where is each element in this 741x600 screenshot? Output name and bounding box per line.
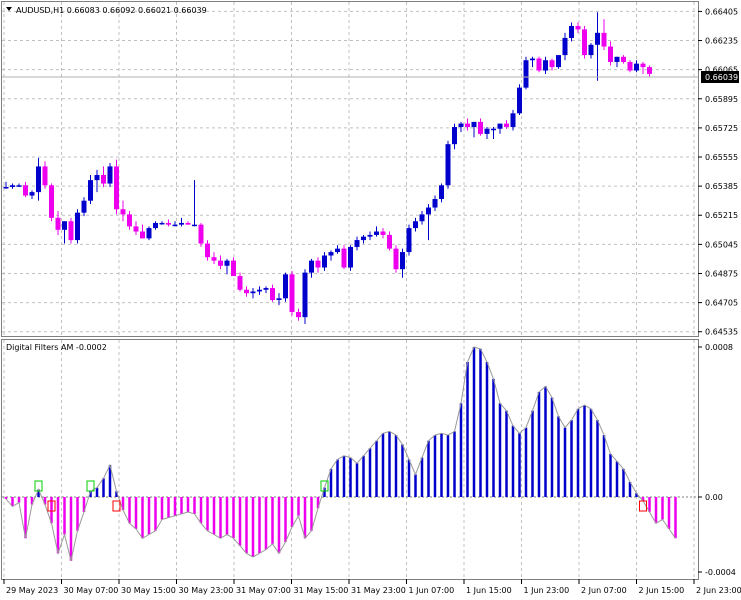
time-tick-label: 1 Jun 07:00 [409, 586, 455, 595]
time-tick-label: 29 May 2023 [6, 586, 58, 595]
time-tick-label: 30 May 07:00 [64, 586, 119, 595]
time-tick-label: 31 May 15:00 [294, 586, 349, 595]
price-tick-label: 0.65215 [705, 211, 738, 220]
price-tick-label: 0.66235 [705, 37, 738, 46]
indicator-tick-label: -0.0004 [705, 568, 736, 577]
candle [289, 270, 295, 316]
candle [198, 222, 204, 247]
indicator-tick-label: 0.00 [705, 493, 723, 502]
candle [393, 245, 399, 273]
price-tick-label: 0.66405 [705, 7, 738, 16]
candle [68, 217, 74, 244]
candle [406, 224, 412, 256]
time-tick-label: 31 May 23:00 [351, 586, 406, 595]
chart-canvas[interactable]: AUDUSD,H1 0.66083 0.66092 0.66021 0.6603… [0, 0, 741, 600]
time-tick-label: 1 Jun 15:00 [466, 586, 512, 595]
candle [75, 209, 80, 244]
candle [348, 245, 353, 271]
indicator-title: Digital Filters AM -0.0002 [6, 343, 107, 352]
candle [517, 84, 522, 116]
candle [556, 55, 561, 69]
price-tick-label: 0.65385 [705, 182, 738, 191]
chart-window[interactable]: AUDUSD,H1 0.66083 0.66092 0.66021 0.6603… [0, 0, 741, 600]
candle [146, 226, 152, 241]
candle [445, 140, 451, 189]
price-tick-label: 0.64875 [705, 269, 738, 278]
candle [523, 56, 529, 90]
time-tick-label: 2 Jun 15:00 [639, 586, 685, 595]
price-tick-label: 0.64705 [705, 299, 738, 308]
time-tick-label: 30 May 23:00 [179, 586, 234, 595]
time-tick-label: 31 May 07:00 [236, 586, 291, 595]
candle [283, 272, 288, 302]
candle [582, 25, 587, 59]
current-price-label: 0.66039 [705, 73, 738, 82]
candle [341, 245, 347, 270]
price-tick-label: 0.65895 [705, 95, 738, 104]
time-tick-label: 1 Jun 23:00 [524, 586, 570, 595]
candle [536, 56, 542, 73]
price-tick-label: 0.65725 [705, 124, 738, 133]
background [0, 0, 741, 600]
time-tick-label: 2 Jun 23:00 [696, 586, 741, 595]
time-tick-label: 2 Jun 07:00 [581, 586, 627, 595]
symbol-info: AUDUSD,H1 0.66083 0.66092 0.66021 0.6603… [16, 6, 207, 15]
candle [114, 159, 119, 215]
candle [49, 183, 54, 222]
time-tick-label: 30 May 15:00 [121, 586, 176, 595]
indicator-tick-label: 0.0008 [705, 343, 733, 352]
candle [302, 269, 308, 325]
price-tick-label: 0.65555 [705, 153, 738, 162]
candle [627, 60, 633, 73]
candle [107, 163, 113, 187]
price-tick-label: 0.64535 [705, 328, 738, 337]
price-tick-label: 0.65045 [705, 240, 738, 249]
